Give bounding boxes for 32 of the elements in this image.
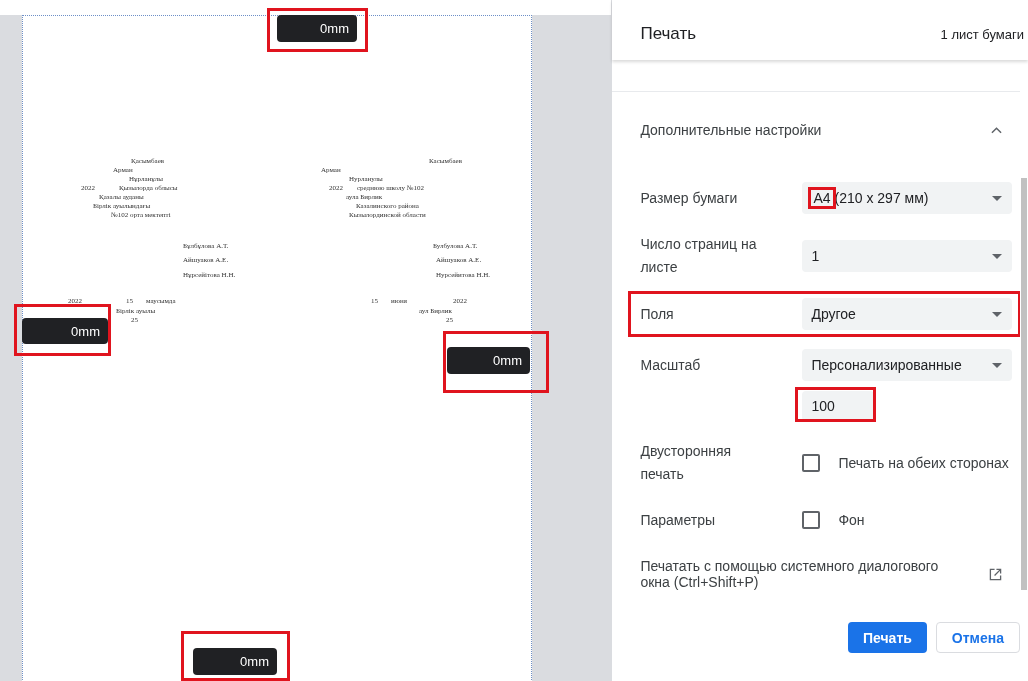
dialog-title: Печать <box>640 24 697 45</box>
dropdown[interactable]: A4 (210 x 297 мм) <box>802 182 1012 215</box>
section-title[interactable]: Дополнительные настройки <box>640 122 822 139</box>
setting-label: Масштаб <box>640 355 702 375</box>
setting-label: Размер бумаги <box>640 188 739 208</box>
caret-icon <box>992 311 1002 317</box>
sheet-count: 1 лист бумаги <box>940 26 1024 42</box>
setting-label: Число страниц на листе <box>640 235 758 278</box>
margin-field[interactable]: 0mm <box>193 648 277 675</box>
checkbox-label: Фон <box>838 512 865 529</box>
dialog-button[interactable]: Отмена <box>935 622 1020 654</box>
setting-label: Двусторонняя печать <box>640 442 733 485</box>
caret-icon <box>992 195 1002 201</box>
setting-label: Поля <box>640 304 675 324</box>
margin-field[interactable]: 0mm <box>277 15 357 42</box>
scrollbar-thumb[interactable] <box>1021 178 1027 591</box>
caret-icon <box>992 253 1002 259</box>
checkbox[interactable] <box>802 454 821 473</box>
caret-icon <box>992 362 1002 368</box>
margin-field[interactable]: 0mm <box>22 318 108 344</box>
system-dialog-link[interactable]: Печатать с помощью системного диалогового окна (Ctrl+Shift+P) <box>640 558 961 591</box>
dropdown[interactable]: 1 <box>802 240 1012 273</box>
setting-label: Параметры <box>640 510 717 530</box>
dialog-button[interactable]: Печать <box>847 622 927 654</box>
scale-input[interactable]: 100 <box>802 391 875 422</box>
margin-field[interactable]: 0mm <box>447 347 530 374</box>
checkbox-label: Печать на обеих сторонах <box>838 455 1009 472</box>
dropdown[interactable]: Другое <box>802 298 1012 331</box>
dropdown[interactable]: Персонализированные <box>802 349 1012 382</box>
checkbox[interactable] <box>802 511 821 530</box>
external-link-icon[interactable] <box>989 567 1002 581</box>
chevron-icon[interactable] <box>991 126 1002 135</box>
